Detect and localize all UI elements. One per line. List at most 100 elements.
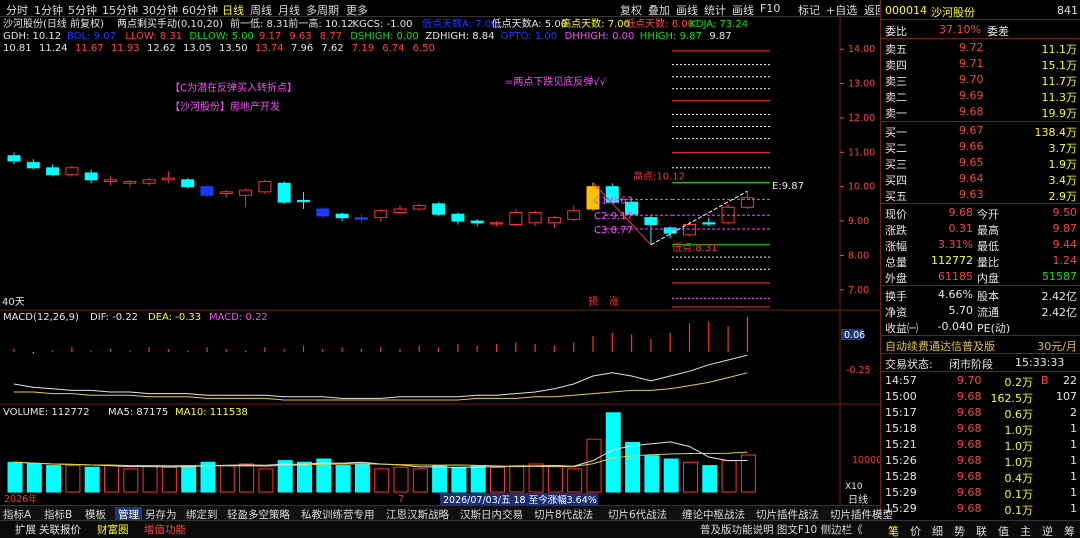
tick-row: 15:21 9.68 1.0万 1 [881, 437, 1080, 453]
stat-label: 净资 [885, 306, 907, 319]
rise-label: 涨 [609, 296, 619, 308]
toolbar-tool-2[interactable]: 画线 [676, 2, 698, 18]
quote-tab-5[interactable]: 值 [998, 523, 1009, 538]
quote-divider [881, 335, 1080, 336]
toolbar-tool-5[interactable]: F10 [760, 2, 780, 15]
quote-tab-2[interactable]: 细 [932, 523, 943, 538]
candle-body [142, 179, 156, 184]
stat-value: 2.42亿 [1041, 306, 1078, 319]
tick-count: 1 [1070, 422, 1077, 435]
volume-ma10: MA10: 111538 [175, 407, 248, 418]
buy-row: 买一 9.67 138.4万 [881, 123, 1080, 139]
period-10[interactable]: 更多 [346, 2, 368, 18]
stat-value: 112772 [931, 254, 973, 267]
toolbar-tool-6[interactable]: 标记 [798, 2, 820, 18]
candle-body [547, 217, 561, 224]
tick-volume: 0.1万 [1004, 488, 1034, 501]
quote-divider [881, 353, 1080, 354]
toolbar-tool-7[interactable]: +自选 [826, 2, 857, 18]
sell-volume: 11.7万 [1041, 75, 1078, 88]
period-1[interactable]: 1分钟 [34, 2, 63, 18]
candle-body [412, 205, 426, 210]
extension-tabs: 扩展 关联报价 财富圈 增值功能 普及版功能说明 图文F10 侧边栏《 [0, 520, 880, 538]
volume-bar [161, 466, 177, 493]
volume-x10: X10 [845, 482, 863, 492]
quote-tab-3[interactable]: 势 [954, 523, 965, 538]
tick-row: 15:26 9.68 1.0万 1 [881, 453, 1080, 469]
indicator-value: DHHIGH: 0.00 [565, 31, 635, 42]
candle-body [509, 211, 523, 225]
volume-bar [470, 465, 486, 493]
sell-price: 9.71 [959, 57, 984, 70]
buy-label: 买一 [885, 126, 907, 139]
toolbar-tool-3[interactable]: 统计 [704, 2, 726, 18]
stat-value: 9.87 [1052, 222, 1078, 235]
volume-bar [200, 461, 216, 493]
stat-value: 5.70 [948, 304, 974, 317]
tick-time: 15:17 [885, 406, 917, 419]
stat-value: 61185 [938, 270, 973, 283]
tick-row: 15:29 9.68 0.1万 1 [881, 501, 1080, 517]
e-label: E:9.87 [772, 181, 804, 192]
stat-label: 今开 [977, 208, 999, 221]
toolbar-tool-0[interactable]: 复权 [620, 2, 642, 18]
indicator-value: OPTO: 1.00 [501, 31, 558, 42]
kline-chart[interactable]: 沙河股份(日线 前复权) 两点剩买手动(0,10,20) 前一低: 8.31 前一高:… [0, 17, 880, 507]
tick-count: 1 [1070, 502, 1077, 515]
candle-body [200, 186, 214, 196]
candle-body [470, 220, 484, 224]
tick-row: 15:18 9.68 1.0万 1 [881, 421, 1080, 437]
tick-count: 1 [1070, 470, 1077, 483]
extension-tab-2[interactable]: 财富圈 [97, 522, 129, 537]
extension-tab-0[interactable]: 扩展 [15, 522, 36, 537]
macd-tick-bottom: -0.25 [846, 365, 871, 376]
stat-value: 4.66% [938, 288, 973, 301]
stat-value: 9.68 [948, 206, 974, 219]
volume-bar [721, 460, 737, 493]
quote-tab-0[interactable]: 笔 [888, 523, 899, 538]
period-8[interactable]: 月线 [278, 2, 300, 18]
volume-bar [490, 466, 505, 493]
indicator-value: DLLOW: 5.00 [189, 31, 253, 42]
volume-bar [412, 468, 428, 493]
candle-body [65, 167, 79, 176]
indicator-value: 13.50 [219, 43, 248, 54]
quote-tab-7[interactable]: 逆 [1042, 523, 1053, 538]
volume-bar [528, 463, 544, 493]
period-9[interactable]: 多周期 [306, 2, 339, 18]
y-tick-label: 8.00 [848, 250, 869, 261]
tick-time: 15:26 [885, 454, 917, 467]
period-0[interactable]: 分时 [6, 2, 28, 18]
annotation: 【沙河股份】房地产开发 [170, 100, 280, 113]
indicator-value: 13.74 [255, 43, 284, 54]
quote-tab-1[interactable]: 价 [910, 523, 921, 538]
period-5[interactable]: 60分钟 [182, 2, 218, 18]
sell-volume: 11.3万 [1041, 91, 1078, 104]
period-7[interactable]: 周线 [250, 2, 272, 18]
extension-tab-3[interactable]: 增值功能 [144, 522, 186, 537]
quote-tab-8[interactable]: 筹 [1064, 523, 1075, 538]
extension-tab-1[interactable]: 关联报价 [39, 522, 81, 537]
period-2[interactable]: 5分钟 [68, 2, 97, 18]
days-label: 40天 [2, 297, 25, 308]
period-3[interactable]: 15分钟 [102, 2, 138, 18]
period-4[interactable]: 30分钟 [142, 2, 178, 18]
extension-links[interactable]: 普及版功能说明 图文F10 侧边栏《 [700, 522, 863, 537]
toolbar-tool-4[interactable]: 画线 [732, 2, 754, 18]
quote-tab-6[interactable]: 主 [1020, 523, 1031, 538]
indicator-value: 7.96 [291, 43, 313, 54]
macd-dea-line [14, 372, 748, 401]
stat-row: 收益㈠ -0.040 PE(动) [881, 319, 1080, 335]
stock-code: 000014 [885, 4, 927, 17]
y-tick-label: 10.00 [848, 182, 875, 193]
stat-row: 净资 5.70 流通 2.42亿 [881, 303, 1080, 319]
stat-label: 股本 [977, 290, 999, 303]
stat-value: 0.31 [948, 222, 974, 235]
quote-tab-4[interactable]: 联 [976, 523, 987, 538]
period-6[interactable]: 日线 [222, 2, 244, 18]
annotation: =两点下跌见底反弹√√ [505, 75, 607, 88]
tick-count: 107 [1056, 390, 1077, 403]
stat-value: -0.040 [937, 320, 973, 333]
toolbar-tool-1[interactable]: 叠加 [648, 2, 670, 18]
low-label: 低点:8.31 [672, 241, 718, 254]
